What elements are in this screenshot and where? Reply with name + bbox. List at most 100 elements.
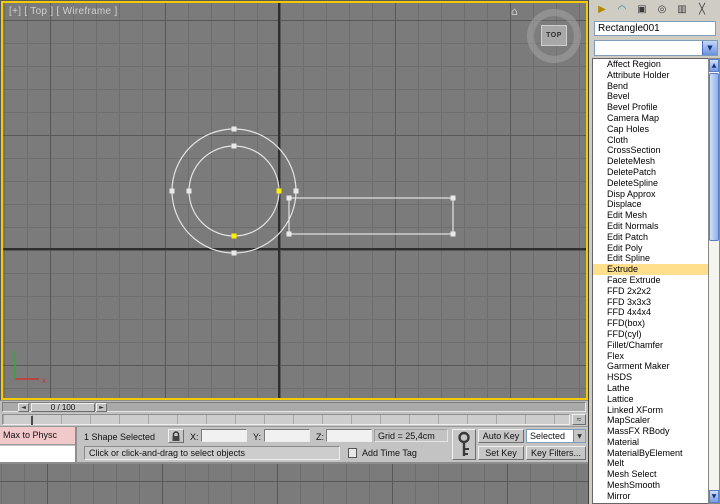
modifier-option[interactable]: FFD 4x4x4 [593, 307, 708, 318]
previous-frame-icon[interactable]: ◄ [18, 403, 29, 412]
key-mode-dropdown[interactable]: Selected ▼ [526, 429, 586, 443]
listener-script-line[interactable] [0, 446, 75, 463]
time-slider-track[interactable]: ◄ 0 / 100 ► [2, 402, 586, 412]
modifier-option[interactable]: DeleteMesh [593, 156, 708, 167]
modifier-option[interactable]: Bevel Profile [593, 102, 708, 113]
viewcube[interactable]: TOP [527, 9, 581, 63]
modifier-option[interactable]: Disp Approx [593, 189, 708, 200]
modifier-option[interactable]: Edit Poly [593, 243, 708, 254]
selection-lock-button[interactable] [168, 429, 184, 443]
modifier-list-combobox[interactable]: ▼ [594, 40, 718, 56]
modifier-option[interactable]: Cap Holes [593, 124, 708, 135]
modifier-option[interactable]: MeshSmooth [593, 480, 708, 491]
modifier-option[interactable]: CrossSection [593, 145, 708, 156]
grid-setting-status: Grid = 25,4cm [374, 429, 448, 442]
current-frame-marker[interactable] [31, 416, 33, 425]
modifier-option[interactable]: DeletePatch [593, 167, 708, 178]
z-coord-field[interactable] [326, 429, 372, 442]
modifier-option[interactable]: MaterialByElement [593, 448, 708, 459]
modifier-option[interactable]: Melt [593, 458, 708, 469]
scroll-down-icon[interactable]: ▼ [709, 490, 719, 503]
lock-icon [172, 430, 180, 441]
y-coord-field[interactable] [264, 429, 310, 442]
add-time-tag-button[interactable]: Add Time Tag [362, 448, 417, 458]
time-slider-handle[interactable]: 0 / 100 [31, 403, 95, 412]
maxscript-mini-listener[interactable]: Max to Physc [0, 427, 77, 463]
combo-dropdown-icon[interactable]: ▼ [702, 41, 717, 55]
modifier-option[interactable]: HSDS [593, 372, 708, 383]
y-coord-label: Y: [253, 432, 262, 442]
object-name-field[interactable] [594, 21, 716, 36]
x-coord-field[interactable] [201, 429, 247, 442]
modifier-option[interactable]: DeleteSpline [593, 178, 708, 189]
modifier-option[interactable]: Extrude [593, 264, 708, 275]
viewport-shading-menu[interactable]: [ Wireframe ] [56, 6, 117, 17]
modifier-option[interactable]: MassFX RBody [593, 426, 708, 437]
auto-key-button[interactable]: Auto Key [478, 429, 524, 443]
z-coord-label: Z: [316, 432, 324, 442]
3ds-max-window: [+][ Top ][ Wireframe ] ⌂ TOP x y ▶ ◠ ▣ … [0, 0, 720, 504]
modifier-option[interactable]: FFD 2x2x2 [593, 286, 708, 297]
modifier-option[interactable]: Material [593, 437, 708, 448]
track-bar-ruler[interactable] [2, 414, 570, 425]
command-panel-tabs: ▶ ◠ ▣ ◎ ▥ ╳ [593, 2, 717, 18]
modifier-option[interactable]: FFD(box) [593, 318, 708, 329]
modifier-option[interactable]: MapScaler [593, 415, 708, 426]
viewport-bottom-strip[interactable] [0, 462, 588, 504]
scrollbar-thumb[interactable] [709, 73, 719, 241]
scroll-up-icon[interactable]: ▲ [709, 59, 719, 72]
viewcube-home-icon[interactable]: ⌂ [511, 5, 518, 18]
modifier-option[interactable]: Edit Spline [593, 253, 708, 264]
viewport-pov-menu[interactable]: [ Top ] [24, 6, 53, 17]
modifier-option[interactable]: Bend [593, 81, 708, 92]
modifier-option[interactable]: FFD(cyl) [593, 329, 708, 340]
key-filters-button[interactable]: Key Filters... [526, 446, 586, 460]
modifier-option[interactable]: Face Extrude [593, 275, 708, 286]
key-icon [458, 431, 470, 456]
modifier-option[interactable]: Attribute Holder [593, 70, 708, 81]
hierarchy-tab-icon[interactable]: ▣ [633, 2, 651, 17]
set-key-button[interactable]: Set Key [478, 446, 524, 460]
utilities-tab-icon[interactable]: ╳ [693, 2, 711, 17]
modifier-option[interactable]: Camera Map [593, 113, 708, 124]
modifier-option[interactable]: Mesh Select [593, 469, 708, 480]
modifier-list-scrollbar[interactable]: ▲ ▼ [708, 58, 720, 504]
mini-curve-editor-icon[interactable]: ≈ [572, 414, 586, 425]
time-slider[interactable]: ◄ 0 / 100 ► [0, 400, 588, 413]
key-mode-dropdown-icon[interactable]: ▼ [573, 430, 585, 442]
modifier-option[interactable]: Flex [593, 351, 708, 362]
modifier-option[interactable]: Bevel [593, 91, 708, 102]
modifier-option[interactable]: Lathe [593, 383, 708, 394]
modifier-option[interactable]: Linked XForm [593, 405, 708, 416]
axis-x-label: x [42, 376, 46, 385]
modifier-option[interactable]: Fillet/Chamfer [593, 340, 708, 351]
modifier-option[interactable]: Mirror [593, 491, 708, 502]
modifier-option[interactable]: Affect Region [593, 59, 708, 70]
motion-tab-icon[interactable]: ◎ [653, 2, 671, 17]
modifier-option[interactable]: Edit Patch [593, 232, 708, 243]
viewport-top[interactable]: [+][ Top ][ Wireframe ] ⌂ TOP x y [1, 1, 588, 400]
modifier-option[interactable]: Edit Mesh [593, 210, 708, 221]
modifier-option[interactable]: Cloth [593, 135, 708, 146]
display-tab-icon[interactable]: ▥ [673, 2, 691, 17]
viewport-label: [+][ Top ][ Wireframe ] [9, 6, 121, 17]
prompt-line: Click or click-and-drag to select object… [84, 446, 340, 460]
key-mode-value: Selected [530, 431, 566, 441]
modifier-option[interactable]: Edit Normals [593, 221, 708, 232]
track-bar[interactable]: ≈ [0, 413, 588, 426]
listener-macro-line[interactable]: Max to Physc [0, 427, 75, 445]
axis-y-label: y [11, 351, 15, 358]
modifier-option[interactable]: Garment Maker [593, 361, 708, 372]
set-keys-button[interactable] [452, 429, 476, 460]
time-tag-icon [348, 448, 357, 458]
viewport-general-menu[interactable]: [+] [9, 6, 21, 17]
viewcube-top-face[interactable]: TOP [541, 25, 567, 46]
modifier-option[interactable]: Displace [593, 199, 708, 210]
create-tab-icon[interactable]: ▶ [593, 2, 611, 17]
x-coord-label: X: [190, 432, 199, 442]
next-frame-icon[interactable]: ► [96, 403, 107, 412]
viewport-grid[interactable] [3, 3, 586, 398]
modifier-option[interactable]: FFD 3x3x3 [593, 297, 708, 308]
modifier-option[interactable]: Lattice [593, 394, 708, 405]
modify-tab-icon[interactable]: ◠ [613, 2, 631, 17]
